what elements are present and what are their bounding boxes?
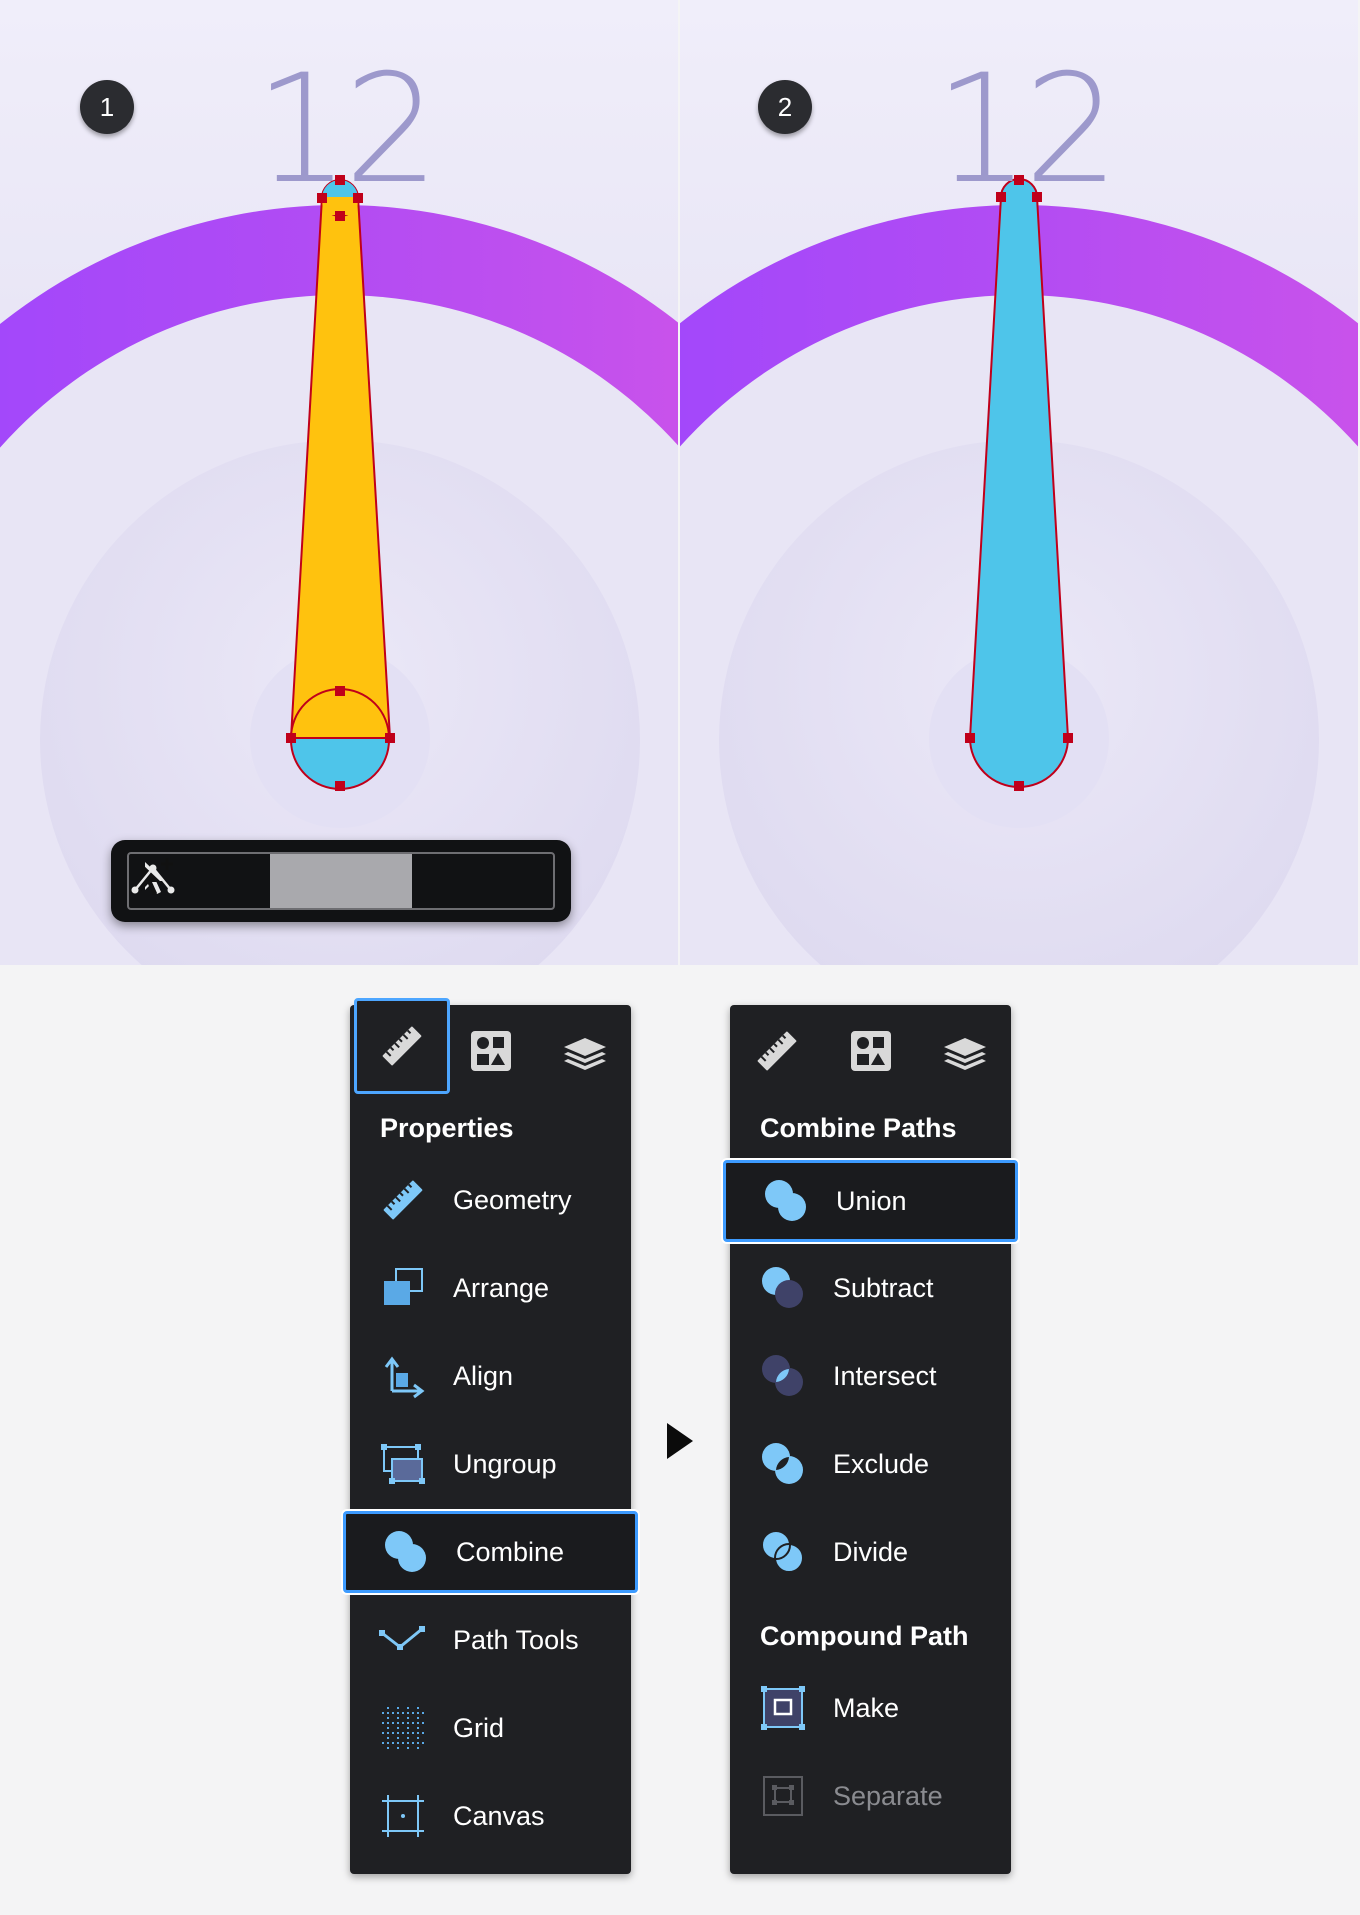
tab-layers[interactable] — [538, 1005, 632, 1097]
menu-item-divide[interactable]: Divide — [730, 1514, 1011, 1590]
menu-label: Grid — [453, 1712, 505, 1743]
menu-label: Union — [836, 1185, 907, 1216]
menu-label: Separate — [833, 1780, 943, 1811]
step-badge-2: 2 — [758, 80, 812, 134]
menu-item-subtract[interactable]: Subtract — [730, 1250, 1011, 1326]
tab-properties[interactable] — [730, 1005, 824, 1097]
ruler-icon — [757, 1031, 797, 1071]
menu-label: Divide — [833, 1536, 909, 1567]
menu-item-separate: Separate — [730, 1758, 1011, 1834]
canvas-icon — [382, 1795, 424, 1837]
panel-heading: Properties — [380, 1113, 514, 1143]
menu-label: Geometry — [453, 1184, 572, 1215]
menu-item-ungroup[interactable]: Ungroup — [350, 1426, 631, 1502]
layers-icon — [944, 1038, 986, 1070]
menu-label: Intersect — [833, 1360, 937, 1391]
menu-item-make[interactable]: Make — [730, 1670, 1011, 1746]
separate-compound-icon — [763, 1776, 803, 1816]
menu-item-intersect[interactable]: Intersect — [730, 1338, 1011, 1414]
node-tool-button[interactable] — [131, 854, 553, 908]
grid-icon — [382, 1707, 424, 1749]
make-compound-icon — [761, 1686, 805, 1730]
combine-paths-panel: Combine Paths Union Subtract Intersect E… — [723, 1005, 1018, 1874]
ruler-icon — [382, 1026, 422, 1066]
selection-toolbar — [111, 840, 571, 922]
clock-number-12: 12 — [934, 43, 1120, 217]
menu-label: Combine — [456, 1536, 565, 1567]
subtract-icon — [762, 1267, 803, 1308]
arrange-icon — [384, 1268, 423, 1305]
union-icon — [765, 1180, 806, 1221]
divide-icon — [761, 1530, 804, 1573]
menu-item-exclude[interactable]: Exclude — [730, 1426, 1011, 1502]
menu-label: Align — [453, 1360, 514, 1391]
ruler-icon — [383, 1180, 423, 1220]
node-path-icon — [131, 864, 175, 894]
menu-item-geometry[interactable]: Geometry — [350, 1162, 631, 1238]
menu-item-union[interactable]: Union — [723, 1160, 1018, 1242]
menu-label: Make — [833, 1692, 900, 1723]
add-select-tool-button[interactable] — [141, 854, 412, 908]
menu-label: Canvas — [453, 1800, 545, 1831]
menu-item-grid[interactable]: Grid — [350, 1690, 631, 1766]
menu-label: Subtract — [833, 1272, 934, 1303]
menu-item-path-tools[interactable]: Path Tools — [350, 1602, 631, 1678]
properties-panel: Properties Geometry Arrange Align Ungrou… — [343, 998, 638, 1874]
clock-number-12: 12 — [254, 43, 440, 217]
canvas-panel-step-1: 12 1 — [0, 0, 678, 965]
canvas-panel-step-2: 12 2 — [680, 0, 1358, 965]
menu-item-combine[interactable]: Combine — [343, 1511, 638, 1593]
path-tools-icon — [379, 1626, 425, 1650]
ungroup-icon — [381, 1444, 425, 1484]
align-icon — [384, 1356, 425, 1399]
play-arrow-icon — [667, 1423, 693, 1459]
exclude-icon — [762, 1443, 803, 1484]
menu-item-align[interactable]: Align — [350, 1338, 631, 1414]
menu-label: Exclude — [833, 1448, 930, 1479]
menu-label: Ungroup — [453, 1448, 557, 1479]
tab-shapes[interactable] — [444, 1005, 538, 1097]
tab-shapes[interactable] — [824, 1005, 918, 1097]
layers-icon — [564, 1038, 606, 1070]
panel-tabs — [350, 998, 632, 1097]
panel-tabs — [730, 1005, 1011, 1097]
shapes-icon — [471, 1031, 511, 1071]
tab-properties[interactable] — [354, 998, 450, 1094]
menu-item-canvas[interactable]: Canvas — [350, 1778, 631, 1854]
tab-layers[interactable] — [918, 1005, 1012, 1097]
panel-subheading: Compound Path — [760, 1621, 969, 1651]
shapes-icon — [851, 1031, 891, 1071]
panel-heading: Combine Paths — [760, 1113, 957, 1143]
step-badge-1: 1 — [80, 80, 134, 134]
menu-label: Path Tools — [453, 1624, 579, 1655]
menu-item-arrange[interactable]: Arrange — [350, 1250, 631, 1326]
menu-label: Arrange — [453, 1272, 550, 1303]
combine-icon — [385, 1531, 426, 1572]
intersect-icon — [762, 1355, 803, 1396]
